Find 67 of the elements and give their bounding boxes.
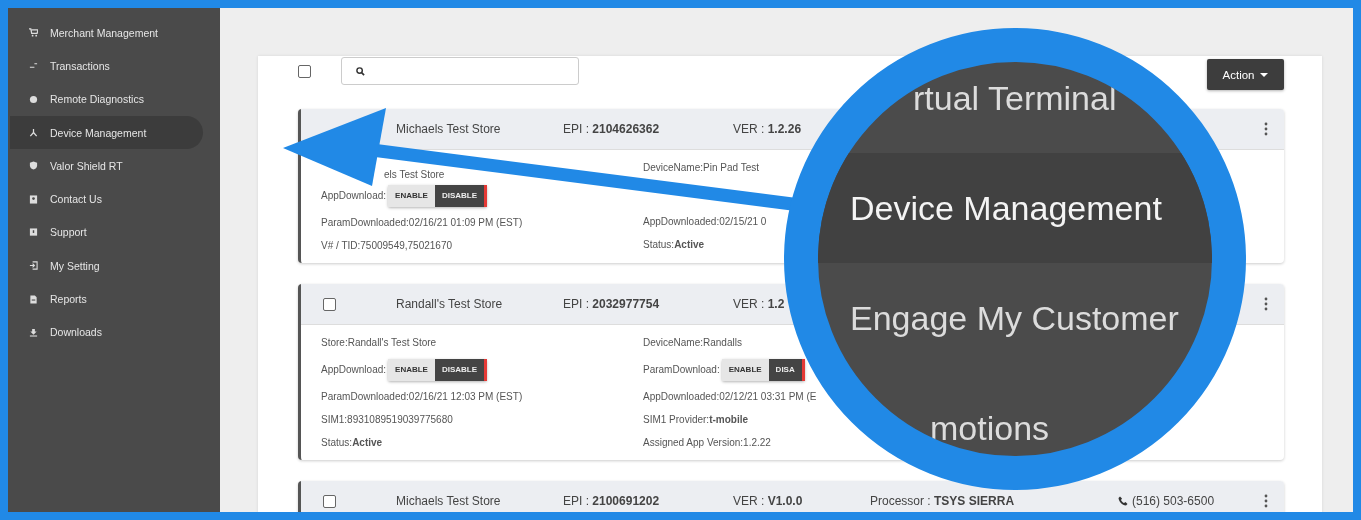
epi-number: EPI : 2104626362 [563, 122, 661, 136]
toggle-option[interactable]: DISA [768, 358, 805, 381]
cart-icon [29, 28, 38, 38]
store-name: Michaels Test Store [396, 122, 502, 136]
more-options-icon[interactable] [1264, 297, 1268, 311]
sidebar-item[interactable]: Device Management [10, 115, 203, 150]
more-options-icon[interactable] [1264, 494, 1268, 508]
toggle-label: AppDownload: [321, 364, 387, 375]
more-options-icon[interactable] [1264, 122, 1268, 136]
shield-icon [29, 161, 38, 171]
sidebar-item[interactable]: Merchant Management [10, 16, 203, 50]
magnified-menu-item[interactable]: Engage My Customer [850, 298, 1179, 338]
login-icon [29, 261, 38, 271]
contact-icon [29, 194, 38, 204]
toggle-label: ParamDownload: [643, 364, 720, 375]
detail-text: Assigned App Version:1.2.22 [643, 437, 771, 448]
card-checkbox[interactable] [323, 297, 336, 311]
detail-text: els Test Store [384, 169, 445, 180]
sidebar-item[interactable]: Downloads [10, 315, 203, 349]
sidebar-item[interactable]: Support [10, 215, 203, 250]
version-text: VER : V1.0.0 [733, 494, 804, 508]
sidebar-item[interactable]: Transactions [10, 49, 203, 83]
detail-text: SIM1 Provider:t-mobile [643, 414, 749, 425]
version-text: VER : 1.2 [733, 297, 786, 311]
sidebar-item[interactable]: Reports [10, 282, 203, 316]
detail-text: Status:Active [643, 239, 705, 250]
magnified-menu-item[interactable]: rtual Terminal [913, 78, 1117, 118]
download-icon [29, 327, 38, 337]
toggle-option[interactable]: ENABLE [388, 358, 435, 381]
toggle-label: AppDownload: [321, 190, 387, 201]
sidebar-item[interactable]: Remote Diagnostics [10, 82, 203, 116]
phone-icon [1118, 496, 1128, 506]
toggle-option[interactable]: ENABLE [388, 184, 435, 207]
detail-text: ParamDownloaded:02/16/21 01:09 PM (EST) [321, 217, 523, 228]
sidebar-item[interactable]: Valor Shield RT [10, 149, 203, 183]
version-text: VER : 1.2.26 [733, 122, 803, 136]
detail-text: DeviceName:Pin Pad Test [643, 162, 759, 173]
select-all-checkbox[interactable] [298, 64, 311, 78]
detail-text: AppDownloaded:02/12/21 03:31 PM (E [643, 391, 817, 402]
search-icon [356, 66, 365, 76]
action-button[interactable]: Action [1207, 59, 1284, 90]
detail-text: ParamDownloaded:02/16/21 12:03 PM (EST) [321, 391, 523, 402]
toggle-option[interactable]: ENABLE [721, 358, 769, 381]
store-name: Randall's Test Store [396, 297, 504, 311]
disc-icon [29, 94, 38, 104]
detail-text: Store:Randall's Test Store [321, 337, 437, 348]
detail-text: V# / TID:75009549,75021670 [321, 240, 453, 251]
epi-number: EPI : 2100691202 [563, 494, 661, 508]
detail-text: AppDownloaded:02/15/21 0 [643, 216, 767, 227]
doc-icon [29, 294, 38, 304]
caret-icon [1260, 72, 1269, 77]
sidebar-item[interactable]: My Setting [10, 249, 203, 283]
toggle-option[interactable]: DISABLE [434, 184, 488, 207]
card-checkbox[interactable] [323, 494, 336, 508]
detail-text: SIM1:8931089519039775680 [321, 414, 453, 425]
sidebar-item[interactable]: Contact Us [10, 182, 203, 216]
processor-text: Processor : TSYS SIERRA [870, 494, 1015, 508]
phone-number: (516) 503-6500 [1132, 494, 1215, 508]
detail-text: DeviceName:Randalls [643, 337, 742, 348]
tree-icon [29, 128, 38, 138]
store-name: Michaels Test Store [396, 494, 502, 508]
toggle-option[interactable]: DISABLE [434, 358, 488, 381]
magnified-menu-item[interactable]: Device Management [850, 188, 1162, 228]
search-field[interactable] [341, 57, 579, 85]
detail-text: Status:Active [321, 437, 383, 448]
magnified-menu-item[interactable]: motions [930, 408, 1050, 448]
epi-number: EPI : 2032977754 [563, 297, 661, 311]
